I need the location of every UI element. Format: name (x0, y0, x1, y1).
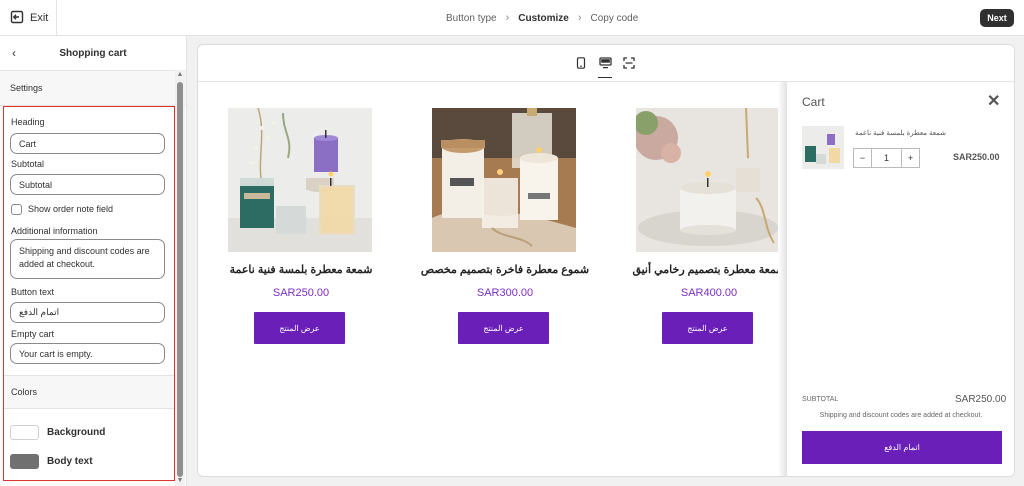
sidebar-header: ‹ Shopping cart (0, 36, 186, 71)
cart-item-image (802, 126, 844, 169)
highlight-box (3, 106, 175, 481)
settings-sidebar: ‹ Shopping cart Settings Heading Cart Su… (0, 36, 187, 486)
top-bar: Exit Button type › Customize › Copy code… (0, 0, 1024, 36)
step-customize[interactable]: Customize (518, 13, 569, 24)
scroll-down-icon[interactable]: ▼ (175, 476, 185, 486)
back-arrow-icon[interactable]: ‹ (12, 46, 16, 60)
sidebar-scrollbar[interactable]: ▲ ▼ (175, 70, 185, 486)
preview-panel: شمعة معطرة بلمسة فنية ناعمة SAR250.00 عر… (197, 44, 1015, 477)
product-image[interactable] (228, 108, 372, 252)
checkout-button[interactable]: اتمام الدفع (802, 431, 1002, 464)
device-active-indicator (598, 77, 612, 78)
view-product-button[interactable]: عرض المنتج (662, 312, 753, 344)
product-card (636, 108, 782, 252)
product-card (432, 108, 578, 252)
increase-button[interactable]: + (902, 149, 919, 167)
step-copy-code[interactable]: Copy code (591, 13, 639, 24)
step-breadcrumb: Button type › Customize › Copy code (446, 0, 638, 36)
cart-drawer: Cart ✕ شمعة معطرة بلمسة فنية ناعمة − 1 +… (786, 82, 1014, 476)
chevron-right-icon: › (505, 12, 510, 24)
product-price: SAR400.00 (680, 287, 738, 299)
sidebar-title: Shopping cart (59, 47, 127, 59)
desktop-icon[interactable] (598, 56, 612, 70)
exit-button[interactable]: Exit (0, 0, 57, 36)
product-title[interactable]: شمعة معطرة بلمسة فنية ناعمة (201, 263, 401, 276)
view-product-button[interactable]: عرض المنتج (254, 312, 345, 344)
product-card (228, 108, 374, 252)
chevron-right-icon: › (577, 12, 582, 24)
subtotal-label: SUBTOTAL (802, 396, 839, 403)
product-image[interactable] (636, 108, 780, 252)
subtotal-value: SAR250.00 (955, 394, 1007, 405)
step-button-type[interactable]: Button type (446, 13, 497, 24)
device-toolbar (198, 45, 1014, 82)
quantity-stepper: − 1 + (853, 148, 920, 168)
exit-label: Exit (30, 12, 49, 24)
product-title[interactable]: شموع معطرة فاخرة بتصميم مخصص (405, 263, 605, 276)
close-icon[interactable]: ✕ (987, 91, 1000, 111)
exit-icon (10, 10, 24, 27)
mobile-icon[interactable] (574, 56, 588, 70)
checkout-note: Shipping and discount codes are added at… (819, 412, 983, 419)
cart-title: Cart (802, 95, 825, 109)
quantity-value[interactable]: 1 (871, 149, 902, 167)
settings-section-header: Settings (0, 71, 186, 106)
product-price: SAR250.00 (272, 287, 330, 299)
drawer-shadow (778, 82, 786, 476)
next-button[interactable]: Next (980, 9, 1014, 27)
fullscreen-icon[interactable] (622, 56, 636, 70)
product-price: SAR300.00 (476, 287, 534, 299)
cart-item-name: شمعة معطرة بلمسة فنية ناعمة (855, 130, 946, 137)
cart-item-price: SAR250.00 (953, 152, 1000, 162)
scroll-up-icon[interactable]: ▲ (175, 70, 185, 80)
view-product-button[interactable]: عرض المنتج (458, 312, 549, 344)
product-image[interactable] (432, 108, 576, 252)
decrease-button[interactable]: − (854, 149, 871, 167)
scroll-thumb[interactable] (177, 82, 183, 477)
